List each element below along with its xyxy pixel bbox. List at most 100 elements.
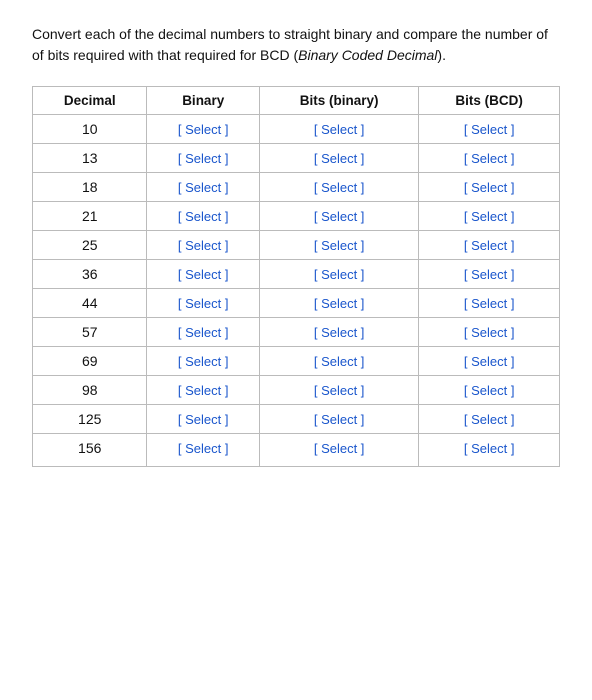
cell-bits-binary: [ Select ]: [259, 144, 418, 173]
cell-bits-binary-select-btn[interactable]: [ Select ]: [314, 354, 365, 369]
cell-binary-select-btn[interactable]: [ Select ]: [178, 383, 229, 398]
cell-bits-bcd-select-btn[interactable]: [ Select ]: [464, 412, 515, 427]
cell-bits-binary: [ Select ]: [259, 115, 418, 144]
cell-binary-select-btn[interactable]: [ Select ]: [178, 209, 229, 224]
cell-binary: [ Select ]: [147, 115, 259, 144]
cell-bits-bcd-select-btn[interactable]: [ Select ]: [464, 441, 515, 456]
cell-bits-bcd: [ Select ]: [419, 405, 560, 434]
table-row: 98 [ Select ] [ Select ] [ Select ]: [33, 376, 560, 405]
col-header-bits-bcd: Bits (BCD): [419, 87, 560, 115]
cell-decimal: 10: [33, 115, 147, 144]
cell-bits-bcd: [ Select ]: [419, 347, 560, 376]
cell-decimal: 125: [33, 405, 147, 434]
cell-bits-binary-select-btn[interactable]: [ Select ]: [314, 180, 365, 195]
table-row: 10 [ Select ] [ Select ] [ Select ]: [33, 115, 560, 144]
cell-bits-binary: [ Select ]: [259, 260, 418, 289]
cell-decimal: 25: [33, 231, 147, 260]
cell-bits-binary-select-btn[interactable]: [ Select ]: [314, 325, 365, 340]
cell-binary-select-btn[interactable]: [ Select ]: [178, 122, 229, 137]
col-header-binary: Binary: [147, 87, 259, 115]
cell-binary: [ Select ]: [147, 434, 259, 467]
cell-binary: [ Select ]: [147, 202, 259, 231]
cell-binary-select-btn[interactable]: [ Select ]: [178, 412, 229, 427]
table-row: 21 [ Select ] [ Select ] [ Select ]: [33, 202, 560, 231]
cell-decimal: 44: [33, 289, 147, 318]
cell-decimal: 21: [33, 202, 147, 231]
cell-binary-select-btn[interactable]: [ Select ]: [178, 238, 229, 253]
cell-binary: [ Select ]: [147, 173, 259, 202]
cell-binary: [ Select ]: [147, 289, 259, 318]
cell-bits-bcd-select-btn[interactable]: [ Select ]: [464, 238, 515, 253]
cell-binary: [ Select ]: [147, 318, 259, 347]
cell-binary-select-btn[interactable]: [ Select ]: [178, 180, 229, 195]
cell-decimal: 156: [33, 434, 147, 467]
cell-bits-binary: [ Select ]: [259, 202, 418, 231]
cell-bits-bcd: [ Select ]: [419, 231, 560, 260]
cell-bits-binary-select-btn[interactable]: [ Select ]: [314, 151, 365, 166]
table-row: 44 [ Select ] [ Select ] [ Select ]: [33, 289, 560, 318]
cell-decimal: 13: [33, 144, 147, 173]
conversion-table: Decimal Binary Bits (binary) Bits (BCD) …: [32, 86, 560, 467]
cell-bits-bcd-select-btn[interactable]: [ Select ]: [464, 180, 515, 195]
cell-decimal: 36: [33, 260, 147, 289]
cell-binary-select-btn[interactable]: [ Select ]: [178, 325, 229, 340]
cell-bits-binary: [ Select ]: [259, 347, 418, 376]
cell-binary: [ Select ]: [147, 347, 259, 376]
cell-bits-bcd: [ Select ]: [419, 144, 560, 173]
instructions-text: Convert each of the decimal numbers to s…: [32, 24, 560, 66]
cell-bits-bcd: [ Select ]: [419, 260, 560, 289]
cell-decimal: 57: [33, 318, 147, 347]
cell-bits-binary: [ Select ]: [259, 231, 418, 260]
table-row: 156 [ Select ] [ Select ] [ Select ]: [33, 434, 560, 467]
cell-bits-bcd-select-btn[interactable]: [ Select ]: [464, 122, 515, 137]
cell-bits-bcd: [ Select ]: [419, 318, 560, 347]
cell-bits-bcd-select-btn[interactable]: [ Select ]: [464, 209, 515, 224]
cell-bits-binary-select-btn[interactable]: [ Select ]: [314, 209, 365, 224]
cell-bits-binary: [ Select ]: [259, 173, 418, 202]
cell-bits-bcd-select-btn[interactable]: [ Select ]: [464, 354, 515, 369]
cell-binary-select-btn[interactable]: [ Select ]: [178, 296, 229, 311]
table-header-row: Decimal Binary Bits (binary) Bits (BCD): [33, 87, 560, 115]
cell-decimal: 98: [33, 376, 147, 405]
col-header-decimal: Decimal: [33, 87, 147, 115]
cell-bits-bcd: [ Select ]: [419, 115, 560, 144]
cell-binary: [ Select ]: [147, 260, 259, 289]
cell-bits-binary: [ Select ]: [259, 318, 418, 347]
table-row: 25 [ Select ] [ Select ] [ Select ]: [33, 231, 560, 260]
cell-binary-select-btn[interactable]: [ Select ]: [178, 267, 229, 282]
cell-binary-select-btn[interactable]: [ Select ]: [178, 354, 229, 369]
cell-decimal: 69: [33, 347, 147, 376]
cell-bits-bcd: [ Select ]: [419, 202, 560, 231]
cell-bits-bcd-select-btn[interactable]: [ Select ]: [464, 383, 515, 398]
cell-binary: [ Select ]: [147, 231, 259, 260]
cell-bits-binary: [ Select ]: [259, 376, 418, 405]
table-row: 57 [ Select ] [ Select ] [ Select ]: [33, 318, 560, 347]
cell-decimal: 18: [33, 173, 147, 202]
cell-bits-bcd-select-btn[interactable]: [ Select ]: [464, 267, 515, 282]
cell-bits-binary-select-btn[interactable]: [ Select ]: [314, 441, 365, 456]
cell-bits-bcd: [ Select ]: [419, 376, 560, 405]
cell-bits-bcd: [ Select ]: [419, 434, 560, 467]
cell-bits-bcd-select-btn[interactable]: [ Select ]: [464, 296, 515, 311]
cell-binary-select-btn[interactable]: [ Select ]: [178, 441, 229, 456]
cell-bits-binary-select-btn[interactable]: [ Select ]: [314, 383, 365, 398]
cell-bits-bcd-select-btn[interactable]: [ Select ]: [464, 325, 515, 340]
cell-bits-binary-select-btn[interactable]: [ Select ]: [314, 412, 365, 427]
table-row: 18 [ Select ] [ Select ] [ Select ]: [33, 173, 560, 202]
cell-binary: [ Select ]: [147, 405, 259, 434]
table-row: 13 [ Select ] [ Select ] [ Select ]: [33, 144, 560, 173]
cell-bits-binary-select-btn[interactable]: [ Select ]: [314, 238, 365, 253]
cell-bits-binary-select-btn[interactable]: [ Select ]: [314, 267, 365, 282]
cell-bits-binary-select-btn[interactable]: [ Select ]: [314, 122, 365, 137]
table-row: 36 [ Select ] [ Select ] [ Select ]: [33, 260, 560, 289]
cell-binary-select-btn[interactable]: [ Select ]: [178, 151, 229, 166]
table-row: 69 [ Select ] [ Select ] [ Select ]: [33, 347, 560, 376]
cell-bits-binary: [ Select ]: [259, 434, 418, 467]
cell-bits-binary-select-btn[interactable]: [ Select ]: [314, 296, 365, 311]
cell-bits-binary: [ Select ]: [259, 289, 418, 318]
cell-binary: [ Select ]: [147, 376, 259, 405]
cell-bits-bcd-select-btn[interactable]: [ Select ]: [464, 151, 515, 166]
table-row: 125 [ Select ] [ Select ] [ Select ]: [33, 405, 560, 434]
col-header-bits-binary: Bits (binary): [259, 87, 418, 115]
cell-bits-bcd: [ Select ]: [419, 289, 560, 318]
